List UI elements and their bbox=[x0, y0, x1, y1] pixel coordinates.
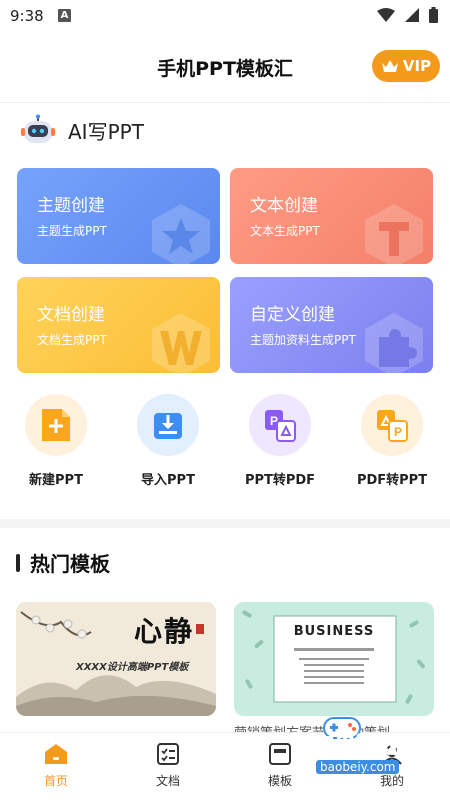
import-ppt-tool[interactable]: 导入PPT bbox=[118, 394, 218, 488]
status-time: 9:38 bbox=[10, 7, 44, 25]
tool-label: PDF转PPT bbox=[356, 473, 428, 488]
section-bar bbox=[16, 553, 20, 572]
nav-label: 文档 bbox=[155, 774, 180, 788]
card-subtitle: 主题加资料生成PPT bbox=[250, 333, 356, 347]
ppt-to-pdf-tool[interactable]: P PPT转PDF bbox=[230, 394, 330, 488]
tool-label: 导入PPT bbox=[141, 473, 195, 488]
import-icon bbox=[154, 413, 182, 439]
doc-create-card[interactable]: 文档创建 文档生成PPT bbox=[17, 277, 220, 373]
status-bar: 9:38 A bbox=[0, 0, 450, 32]
section-divider bbox=[0, 519, 450, 528]
t-letter-icon bbox=[365, 204, 423, 264]
new-file-icon bbox=[42, 409, 70, 441]
template-thumbnail bbox=[234, 602, 434, 716]
tool-circle: P bbox=[361, 394, 423, 456]
signal-icon bbox=[405, 8, 419, 22]
vip-button[interactable]: VIP bbox=[372, 50, 440, 82]
text-create-card[interactable]: 文本创建 文本生成PPT bbox=[230, 168, 433, 264]
new-ppt-tool[interactable]: 新建PPT bbox=[6, 394, 106, 488]
template-big-text: BUSINESS bbox=[293, 624, 375, 639]
tool-label: 新建PPT bbox=[29, 473, 83, 488]
pdf-to-ppt-tool[interactable]: P PDF转PPT bbox=[342, 394, 442, 488]
custom-create-card[interactable]: 自定义创建 主题加资料生成PPT bbox=[230, 277, 433, 373]
template-card[interactable]: 心静 XXXX设计高端PPT模板 bbox=[16, 602, 216, 716]
status-icons bbox=[377, 7, 438, 23]
card-title: 文本创建 bbox=[250, 196, 318, 216]
crown-icon bbox=[381, 60, 398, 72]
card-title: 文档创建 bbox=[37, 305, 105, 325]
pdf-to-ppt-icon: P bbox=[377, 410, 408, 442]
watermark-url: baobeiy.com bbox=[316, 760, 400, 774]
tool-circle: P bbox=[249, 394, 311, 456]
card-subtitle: 文档生成PPT bbox=[37, 333, 107, 347]
ppt-to-pdf-icon: P bbox=[265, 410, 296, 442]
puzzle-icon bbox=[365, 313, 423, 373]
star-icon bbox=[152, 204, 210, 264]
vip-label: VIP bbox=[402, 57, 432, 75]
nav-label: 首页 bbox=[43, 774, 68, 788]
section-title: 热门模板 bbox=[30, 552, 110, 576]
tool-label: PPT转PDF bbox=[244, 473, 316, 488]
nav-home[interactable]: 首页 bbox=[21, 743, 91, 789]
ai-write-entry[interactable]: AI写PPT bbox=[20, 113, 144, 147]
tool-circle bbox=[25, 394, 87, 456]
card-title: 自定义创建 bbox=[250, 305, 335, 325]
nav-documents[interactable]: 文档 bbox=[133, 743, 203, 789]
wifi-icon bbox=[377, 8, 395, 22]
ai-write-label: AI写PPT bbox=[68, 119, 144, 144]
notification-icon: A bbox=[58, 9, 71, 22]
document-icon bbox=[157, 743, 179, 765]
theme-create-card[interactable]: 主题创建 主题生成PPT bbox=[17, 168, 220, 264]
hot-templates-header: 热门模板 bbox=[16, 548, 110, 577]
divider bbox=[0, 102, 450, 103]
w-letter-icon bbox=[152, 313, 210, 373]
card-subtitle: 文本生成PPT bbox=[250, 224, 320, 238]
app-header: 手机PPT模板汇 VIP bbox=[0, 32, 450, 102]
svg-text:P: P bbox=[394, 425, 402, 439]
template-small-text: XXXX设计高端PPT模板 bbox=[76, 662, 189, 673]
template-card[interactable]: BUSINESS bbox=[234, 602, 434, 716]
watermark-text: 宝贝游戏网 bbox=[311, 734, 423, 760]
robot-icon bbox=[21, 114, 55, 143]
card-title: 主题创建 bbox=[37, 196, 105, 216]
home-icon bbox=[45, 744, 67, 764]
battery-icon bbox=[429, 7, 438, 23]
template-big-text: 心静 bbox=[134, 615, 195, 648]
card-subtitle: 主题生成PPT bbox=[37, 224, 107, 238]
tool-circle bbox=[137, 394, 199, 456]
site-watermark: 宝贝游戏网 baobeiy.com bbox=[272, 717, 423, 778]
